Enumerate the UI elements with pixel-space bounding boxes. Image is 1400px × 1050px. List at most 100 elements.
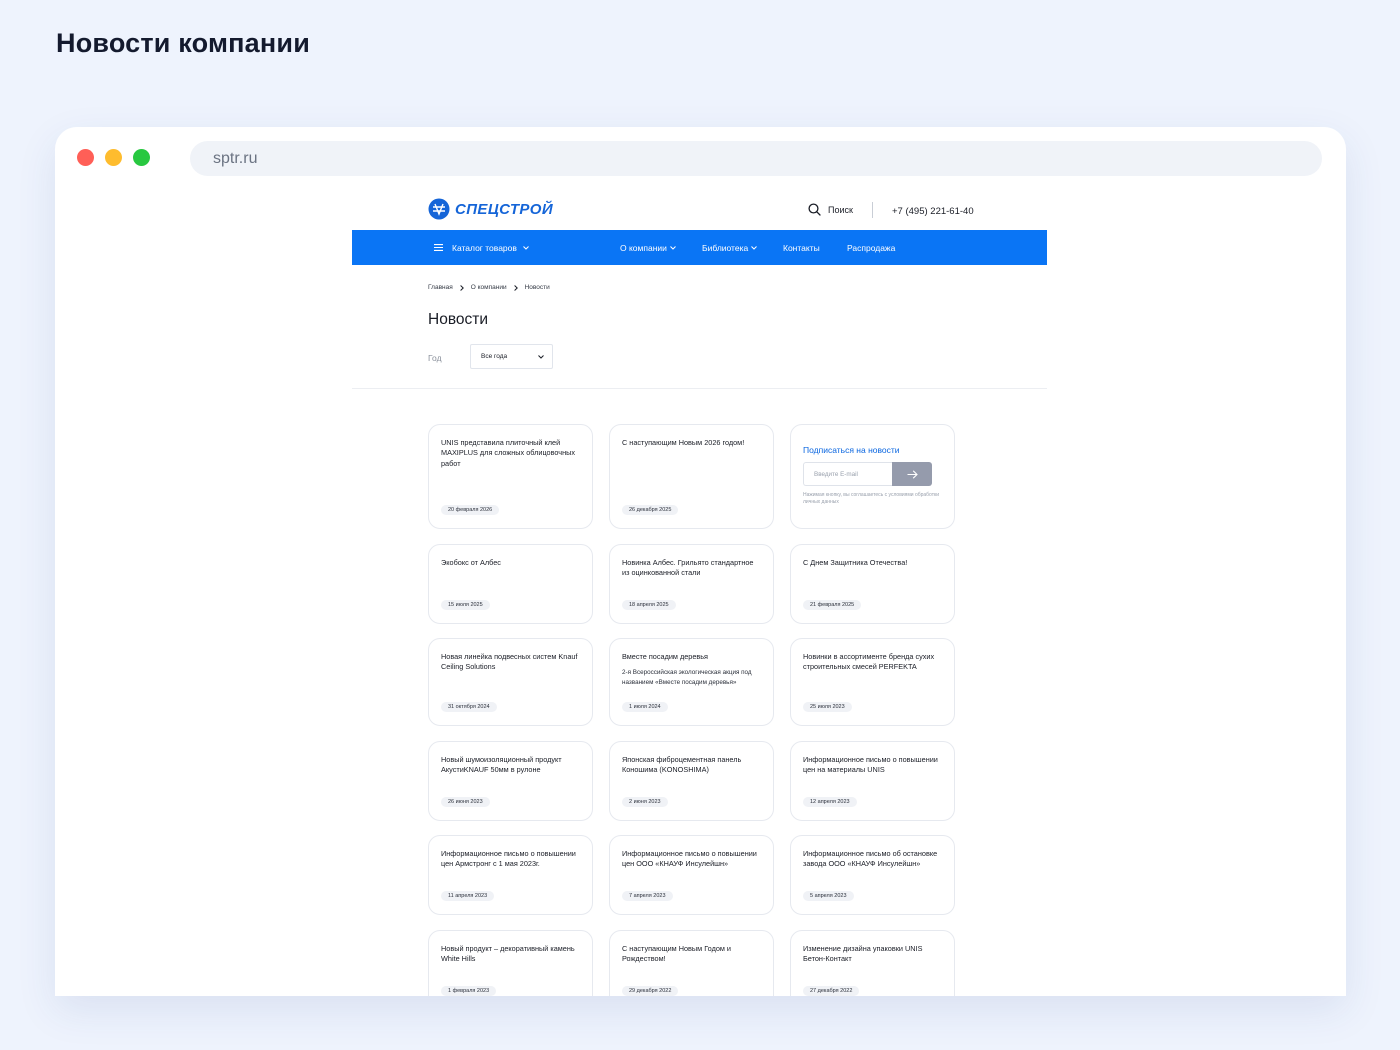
news-card-title: Информационное письмо о повышении цен ОО… [622, 849, 757, 869]
news-card-description: 2-я Всероссийская экологическая акция по… [622, 669, 752, 686]
search-button[interactable]: Поиск [808, 203, 853, 216]
news-card-title: С наступающим Новым 2026 годом! [622, 438, 745, 447]
news-card[interactable]: Новая линейка подвесных систем Knauf Cei… [428, 638, 593, 726]
news-page-title: Новости [428, 311, 489, 328]
chevron-down-icon [751, 245, 758, 250]
subscribe-email-input[interactable] [803, 462, 892, 486]
news-card-title: Новая линейка подвесных систем Knauf Cei… [441, 652, 578, 672]
site-logo[interactable]: СПЕЦСТРОЙ [428, 198, 553, 220]
maximize-window-icon[interactable] [133, 149, 150, 166]
breadcrumb-about[interactable]: О компании [471, 284, 507, 291]
news-card-date: 26 декабря 2025 [622, 505, 679, 515]
news-card-title: С наступающим Новым Годом и Рождеством! [622, 944, 732, 964]
news-card[interactable]: С наступающим Новым 2026 годом! 26 декаб… [609, 424, 774, 529]
news-card-date: 7 апреля 2023 [622, 891, 673, 901]
chevron-down-icon [670, 245, 676, 250]
news-card-title: Японская фиброцементная панель Коношима … [622, 755, 742, 775]
address-url: sptr.ru [213, 149, 258, 167]
breadcrumb-current: Новости [524, 284, 550, 291]
news-card[interactable]: Японская фиброцементная панель Коношима … [609, 741, 774, 821]
news-card-title: Новинки в ассортименте бренда сухих стро… [803, 652, 935, 672]
news-card-date: 25 июля 2023 [803, 702, 852, 712]
main-navigation: Каталог товаров О компании Библиотека Ко… [352, 230, 1047, 265]
chevron-right-icon [460, 284, 464, 291]
browser-window: sptr.ru СПЕЦСТРОЙ Поиск +7 (495) 221-61- [55, 127, 1346, 996]
search-label: Поиск [828, 204, 853, 215]
news-card[interactable]: Информационное письмо о повышении цен ОО… [609, 835, 774, 915]
news-card-date: 11 апреля 2023 [441, 891, 495, 901]
news-card[interactable]: Новый продукт – декоративный камень Whit… [428, 930, 593, 996]
breadcrumb: Главная О компании Новости [428, 284, 550, 291]
chevron-down-icon [538, 354, 544, 359]
logo-mark-icon [428, 198, 450, 220]
news-card[interactable]: Изменение дизайна упаковки UNIS Бетон-Ко… [790, 930, 955, 996]
news-card-date: 18 апреля 2025 [622, 600, 676, 610]
news-card[interactable]: Экобокс от Албес 15 июля 2025 [428, 544, 593, 624]
close-window-icon[interactable] [77, 149, 94, 166]
nav-catalog-label: Каталог товаров [452, 242, 517, 253]
news-card-date: 29 декабря 2022 [622, 986, 679, 996]
nav-sale-label: Распродажа [847, 242, 896, 253]
menu-icon [434, 244, 443, 251]
news-card-title: Вместе посадим деревья [622, 652, 709, 661]
news-card-date: 27 декабря 2022 [803, 986, 860, 996]
news-card-date: 1 июля 2024 [622, 702, 668, 712]
arrow-right-icon [907, 469, 918, 479]
news-card[interactable]: С наступающим Новым Годом и Рождеством! … [609, 930, 774, 996]
chevron-right-icon [513, 284, 518, 291]
news-card-date: 1 февраля 2023 [441, 986, 497, 996]
news-card-title: UNIS представила плиточный клей MAXIPLUS… [441, 438, 576, 468]
minimize-window-icon[interactable] [105, 149, 122, 166]
nav-contacts-label: Контакты [783, 242, 820, 253]
news-card-title: Информационное письмо о повышении цен на… [803, 755, 938, 775]
news-card[interactable]: Информационное письмо об остановке завод… [790, 835, 955, 915]
news-card-date: 2 июня 2023 [622, 797, 668, 807]
year-filter-value: Все года [481, 353, 508, 360]
news-card[interactable]: Новый шумоизоляционный продукт АкустиKNA… [428, 741, 593, 821]
page-heading: Новости компании [56, 28, 311, 58]
news-card[interactable]: Вместе посадим деревья 2-я Всероссийская… [609, 638, 774, 726]
news-card-title: Информационное письмо об остановке завод… [803, 849, 938, 869]
subscribe-title: Подписаться на новости [803, 445, 900, 455]
subscribe-consent: Нажимая кнопку, вы соглашаетесь с услови… [803, 492, 939, 505]
address-bar[interactable]: sptr.ru [190, 141, 1322, 176]
news-card-title: Новый продукт – декоративный камень Whit… [441, 944, 575, 964]
nav-sale[interactable]: Распродажа [847, 230, 895, 265]
phone-link[interactable]: +7 (495) 221-61-40 [892, 206, 974, 217]
news-card-date: 5 апреля 2023 [803, 891, 854, 901]
news-card-title: Информационное письмо о повышении цен Ар… [441, 849, 576, 869]
logo-text: СПЕЦСТРОЙ [455, 200, 554, 218]
news-card[interactable]: Информационное письмо о повышении цен Ар… [428, 835, 593, 915]
news-card-date: 31 октября 2024 [441, 702, 497, 712]
news-card[interactable]: Новинка Албес. Грильято стандартное из о… [609, 544, 774, 624]
nav-about[interactable]: О компании [620, 230, 676, 265]
window-controls [77, 149, 150, 166]
year-filter-select[interactable]: Все года [470, 344, 553, 369]
nav-about-label: О компании [620, 242, 667, 253]
chevron-down-icon [523, 245, 529, 250]
news-card[interactable]: С Днем Защитника Отечества! 21 февраля 2… [790, 544, 955, 624]
news-card[interactable]: Новинки в ассортименте бренда сухих стро… [790, 638, 955, 726]
breadcrumb-home[interactable]: Главная [428, 284, 453, 291]
section-divider [352, 388, 1047, 389]
year-filter-label: Год [428, 353, 442, 363]
search-icon [808, 203, 821, 216]
subscribe-form [803, 462, 942, 486]
news-card-date: 15 июля 2025 [441, 600, 490, 610]
news-card-title: С Днем Защитника Отечества! [803, 558, 908, 567]
nav-catalog[interactable]: Каталог товаров [434, 230, 529, 265]
news-card-date: 21 февраля 2025 [803, 600, 862, 610]
news-card-date: 26 июня 2023 [441, 797, 490, 807]
nav-library[interactable]: Библиотека [702, 230, 758, 265]
news-card-date: 20 февраля 2026 [441, 505, 500, 515]
subscribe-card: Подписаться на новости Нажимая кнопку, в… [790, 424, 955, 529]
site-header: СПЕЦСТРОЙ Поиск +7 (495) 221-61-40 [352, 187, 1047, 230]
news-card-title: Экобокс от Албес [441, 558, 501, 567]
news-card-title: Изменение дизайна упаковки UNIS Бетон-Ко… [803, 944, 923, 964]
news-card[interactable]: UNIS представила плиточный клей MAXIPLUS… [428, 424, 593, 529]
news-card-title: Новинка Албес. Грильято стандартное из о… [622, 558, 754, 578]
header-divider [872, 202, 873, 218]
news-card[interactable]: Информационное письмо о повышении цен на… [790, 741, 955, 821]
nav-contacts[interactable]: Контакты [783, 230, 820, 265]
subscribe-submit-button[interactable] [892, 462, 932, 486]
